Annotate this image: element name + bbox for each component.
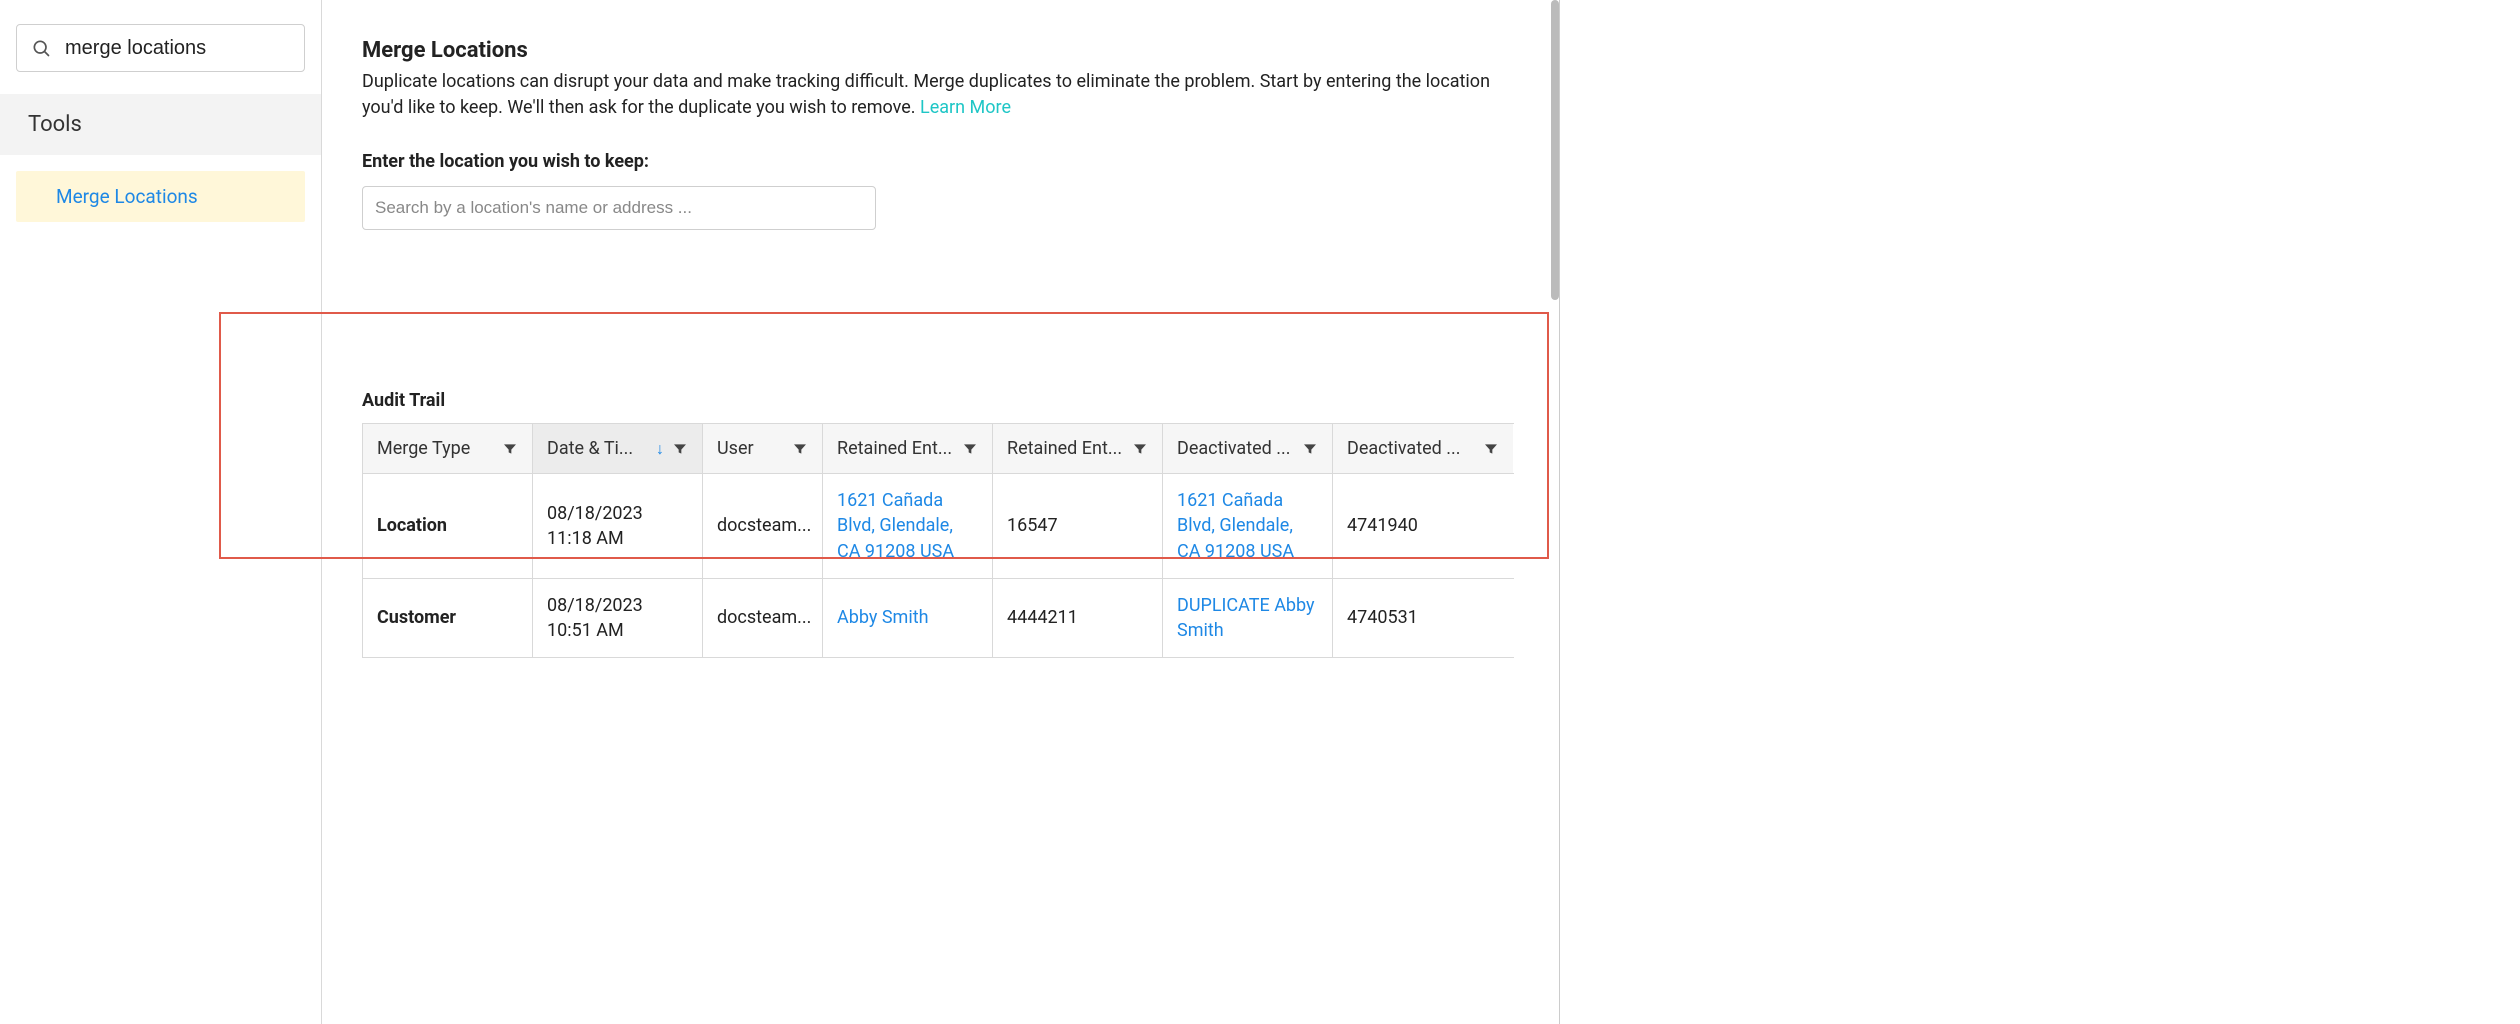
col-label: Retained Ent... bbox=[1007, 438, 1122, 459]
filter-icon[interactable] bbox=[792, 441, 808, 457]
sort-desc-icon: ↓ bbox=[656, 439, 664, 459]
col-user[interactable]: User bbox=[703, 424, 823, 473]
filter-icon[interactable] bbox=[1132, 441, 1148, 457]
cell-deactivated-entity: 1621 Cañada Blvd, Glendale, CA 91208 USA bbox=[1163, 474, 1333, 578]
cell-retained-entity: Abby Smith bbox=[823, 579, 993, 657]
table-row: Location 08/18/2023 11:18 AM docsteam...… bbox=[363, 473, 1514, 578]
filter-icon[interactable] bbox=[1302, 441, 1318, 457]
cell-user: docsteam... bbox=[703, 579, 823, 657]
cell-deactivated-id: 4740531 bbox=[1333, 579, 1513, 657]
col-deactivated-id[interactable]: Deactivated ... bbox=[1333, 424, 1513, 473]
main-content: Merge Locations Duplicate locations can … bbox=[322, 0, 1559, 1024]
cell-datetime: 08/18/2023 11:18 AM bbox=[533, 474, 703, 578]
cell-retained-id: 16547 bbox=[993, 474, 1163, 578]
audit-trail-section: Audit Trail Merge Type Date & Ti... ↓ bbox=[362, 390, 1559, 658]
col-merge-type[interactable]: Merge Type bbox=[363, 424, 533, 473]
sidebar: Tools Merge Locations bbox=[0, 0, 322, 1024]
filter-icon[interactable] bbox=[1483, 441, 1499, 457]
cell-datetime: 08/18/2023 10:51 AM bbox=[533, 579, 703, 657]
sidebar-search[interactable] bbox=[16, 24, 305, 72]
filter-icon[interactable] bbox=[672, 441, 688, 457]
page-description: Duplicate locations can disrupt your dat… bbox=[362, 69, 1512, 121]
col-deactivated-entity[interactable]: Deactivated ... bbox=[1163, 424, 1333, 473]
col-label: User bbox=[717, 438, 754, 459]
cell-retained-entity: 1621 Cañada Blvd, Glendale, CA 91208 USA bbox=[823, 474, 993, 578]
col-retained-entity[interactable]: Retained Ent... bbox=[823, 424, 993, 473]
cell-deactivated-entity: DUPLICATE Abby Smith bbox=[1163, 579, 1333, 657]
col-label: Merge Type bbox=[377, 438, 470, 459]
audit-trail-title: Audit Trail bbox=[362, 390, 1559, 411]
deactivated-entity-link[interactable]: DUPLICATE Abby Smith bbox=[1177, 593, 1318, 643]
filter-icon[interactable] bbox=[502, 441, 518, 457]
cell-merge-type: Location bbox=[363, 474, 533, 578]
learn-more-link[interactable]: Learn More bbox=[920, 97, 1011, 118]
table-row: Customer 08/18/2023 10:51 AM docsteam...… bbox=[363, 578, 1514, 657]
cell-retained-id: 4444211 bbox=[993, 579, 1163, 657]
location-search-input[interactable] bbox=[362, 186, 876, 230]
audit-table: Merge Type Date & Ti... ↓ User bbox=[362, 423, 1514, 658]
cell-merge-type: Customer bbox=[363, 579, 533, 657]
col-retained-id[interactable]: Retained Ent... bbox=[993, 424, 1163, 473]
sidebar-section-tools: Tools bbox=[0, 94, 321, 155]
col-label: Deactivated ... bbox=[1177, 438, 1291, 459]
cell-user: docsteam... bbox=[703, 474, 823, 578]
deactivated-entity-link[interactable]: 1621 Cañada Blvd, Glendale, CA 91208 USA bbox=[1177, 488, 1318, 564]
location-field-label: Enter the location you wish to keep: bbox=[362, 151, 1559, 172]
retained-entity-link[interactable]: Abby Smith bbox=[837, 607, 929, 628]
cell-deactivated-id: 4741940 bbox=[1333, 474, 1513, 578]
col-label: Deactivated ... bbox=[1347, 438, 1461, 459]
sidebar-item-merge-locations[interactable]: Merge Locations bbox=[16, 171, 305, 222]
col-label: Date & Ti... bbox=[547, 438, 633, 459]
page-title: Merge Locations bbox=[362, 38, 1559, 63]
col-label: Retained Ent... bbox=[837, 438, 952, 459]
sidebar-search-input[interactable] bbox=[65, 37, 290, 60]
search-icon bbox=[31, 38, 51, 58]
col-date-time[interactable]: Date & Ti... ↓ bbox=[533, 424, 703, 473]
retained-entity-link[interactable]: 1621 Cañada Blvd, Glendale, CA 91208 USA bbox=[837, 488, 978, 564]
filter-icon[interactable] bbox=[962, 441, 978, 457]
table-header-row: Merge Type Date & Ti... ↓ User bbox=[363, 424, 1514, 473]
